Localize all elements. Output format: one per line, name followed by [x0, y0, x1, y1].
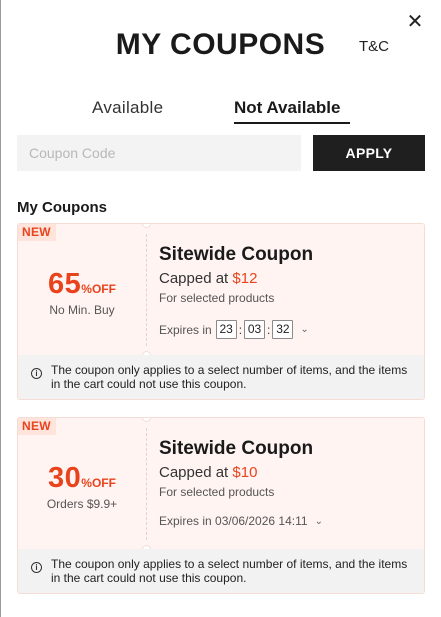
ticket-divider: [146, 234, 147, 346]
apply-button[interactable]: APPLY: [313, 135, 425, 171]
coupon-value-panel: 65%OFF No Min. Buy: [18, 224, 146, 355]
coupon-note: i The coupon only applies to a select nu…: [18, 355, 424, 399]
ticket-notch: [142, 224, 151, 228]
expires-label: Expires in: [159, 322, 212, 337]
expires-text: Expires in 03/06/2026 14:11: [159, 514, 308, 528]
countdown-seconds: 32: [272, 320, 294, 339]
coupon-title: Sitewide Coupon: [159, 244, 314, 265]
coupon-note: i The coupon only applies to a select nu…: [18, 549, 424, 593]
active-tab-indicator: [234, 122, 350, 124]
coupon-card[interactable]: NEW 30%OFF Orders $9.9+ Sitewide Coupon …: [17, 417, 425, 594]
info-icon: i: [31, 562, 42, 573]
coupon-card-body: NEW 65%OFF No Min. Buy Sitewide Coupon C…: [18, 224, 424, 360]
coupon-note-text: The coupon only applies to a select numb…: [51, 557, 408, 585]
discount-percent: 30: [48, 462, 82, 494]
coupon-details: Sitewide Coupon Capped at $10 For select…: [159, 418, 424, 549]
terms-link[interactable]: T&C: [359, 38, 389, 55]
chevron-down-icon[interactable]: ⌄: [315, 516, 323, 527]
section-title: My Coupons: [17, 199, 107, 216]
coupon-tabs: Available Not Available: [0, 98, 441, 126]
window-edge: [0, 0, 1, 617]
countdown-minutes: 03: [244, 320, 266, 339]
coupon-scope: For selected products: [159, 291, 275, 305]
coupon-details: Sitewide Coupon Capped at $12 For select…: [159, 224, 424, 355]
expiry-date[interactable]: Expires in 03/06/2026 14:11 ⌄: [159, 514, 323, 528]
coupon-code-input[interactable]: [17, 135, 301, 171]
coupon-card-body: NEW 30%OFF Orders $9.9+ Sitewide Coupon …: [18, 418, 424, 554]
coupon-cap: Capped at $10: [159, 464, 257, 481]
coupon-cap: Capped at $12: [159, 270, 257, 287]
coupon-scope: For selected products: [159, 485, 275, 499]
coupon-condition: No Min. Buy: [49, 303, 115, 317]
discount-value: 65%OFF: [18, 268, 146, 301]
coupon-title: Sitewide Coupon: [159, 438, 314, 459]
ticket-notch: [142, 418, 151, 422]
chevron-down-icon[interactable]: ⌄: [300, 324, 308, 335]
expiry-countdown[interactable]: Expires in 23:03:32 ⌄: [159, 320, 309, 339]
coupon-note-text: The coupon only applies to a select numb…: [51, 363, 408, 391]
cap-amount: $12: [232, 270, 258, 287]
tab-available[interactable]: Available: [92, 98, 163, 118]
discount-value: 30%OFF: [18, 462, 146, 495]
info-icon: i: [31, 368, 42, 379]
discount-suffix: %OFF: [81, 476, 116, 490]
cap-label: Capped at: [159, 270, 233, 287]
cap-amount: $10: [232, 464, 258, 481]
cap-label: Capped at: [159, 464, 233, 481]
coupon-card[interactable]: NEW 65%OFF No Min. Buy Sitewide Coupon C…: [17, 223, 425, 400]
discount-suffix: %OFF: [81, 282, 116, 296]
tab-not-available[interactable]: Not Available: [234, 98, 340, 118]
discount-percent: 65: [48, 268, 82, 300]
coupon-condition: Orders $9.9+: [46, 497, 118, 511]
coupon-value-panel: 30%OFF Orders $9.9+: [18, 418, 146, 549]
countdown-hours: 23: [215, 320, 237, 339]
ticket-divider: [146, 428, 147, 540]
